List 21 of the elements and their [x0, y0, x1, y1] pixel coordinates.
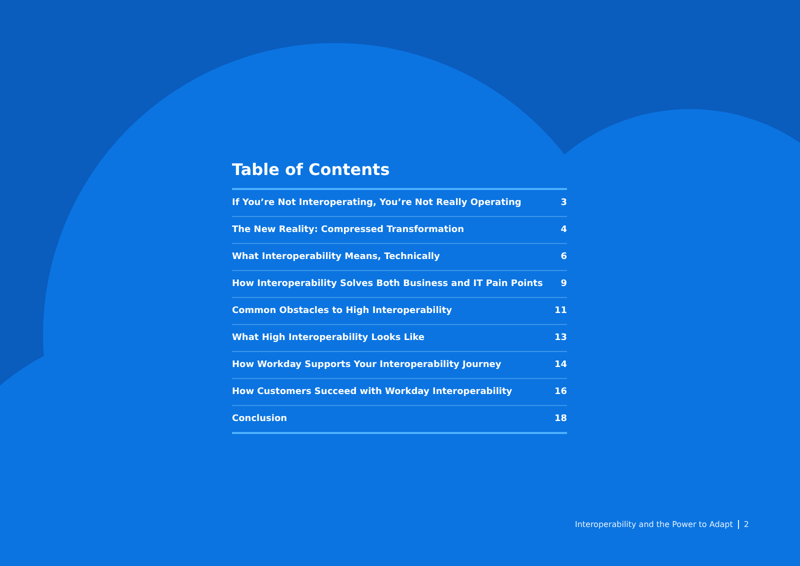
page-number: 6: [560, 252, 567, 262]
page-number: 3: [560, 198, 567, 208]
toc-entry[interactable]: How Interoperability Solves Both Business and IT Pain Points: [232, 279, 543, 289]
toc-entry[interactable]: If You’re Not Interoperating, You’re Not Really Operating: [232, 198, 522, 208]
page-number: 13: [554, 333, 567, 343]
page-number: 14: [554, 360, 567, 370]
page-number: 4: [560, 225, 567, 235]
toc-title: Table of Contents: [232, 160, 391, 180]
toc-entry[interactable]: How Workday Supports Your Interoperability Journey: [232, 360, 502, 370]
footer-page-number: 2: [744, 520, 749, 529]
page-number: 11: [554, 306, 567, 316]
page-number: 9: [560, 279, 567, 289]
toc-entry[interactable]: How Customers Succeed with Workday Interoperability: [232, 387, 512, 397]
toc-entry[interactable]: What Interoperability Means, Technically: [232, 252, 440, 262]
toc-entry[interactable]: What High Interoperability Looks Like: [232, 333, 425, 343]
toc-entry[interactable]: The New Reality: Compressed Transformation: [232, 225, 464, 235]
page-number: 18: [554, 414, 567, 424]
toc-entry[interactable]: Conclusion: [232, 414, 288, 424]
page-number: 16: [554, 387, 567, 397]
toc-entry[interactable]: Common Obstacles to High Interoperability: [232, 306, 452, 316]
footer-title: Interoperability and the Power to Adapt: [574, 520, 733, 529]
